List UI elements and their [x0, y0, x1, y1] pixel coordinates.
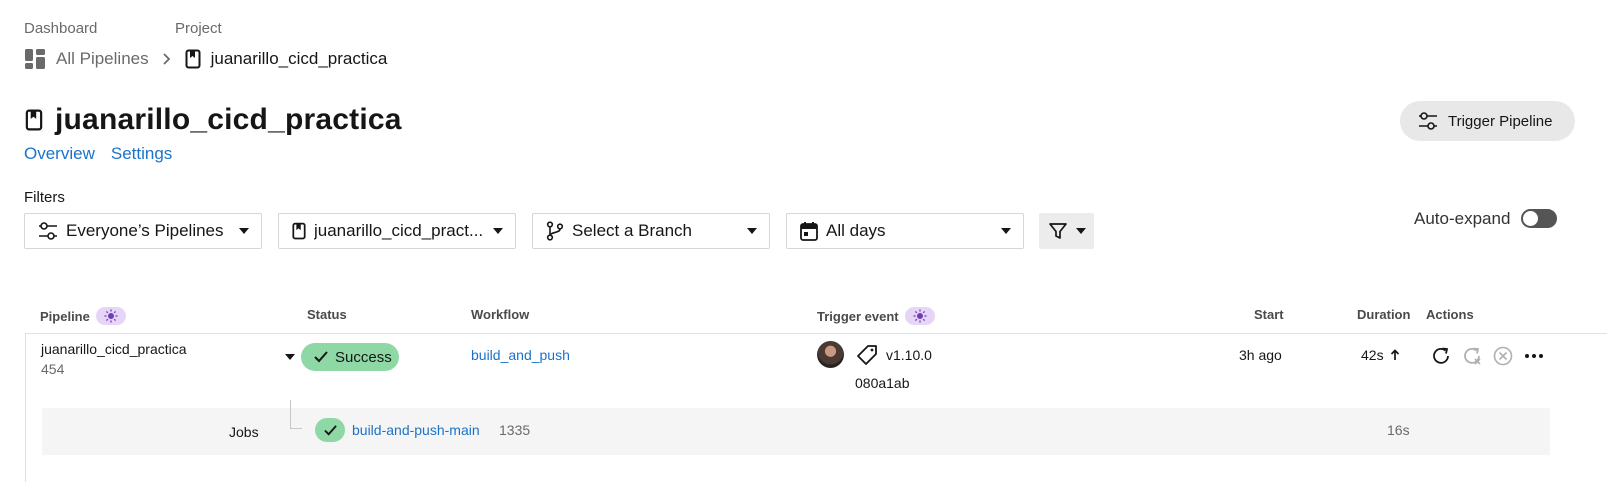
- header-duration: Duration: [1357, 307, 1411, 322]
- header-trigger-event: Trigger event: [817, 307, 935, 325]
- trigger-tag[interactable]: v1.10.0: [886, 347, 932, 363]
- cancel-icon[interactable]: [1493, 346, 1513, 366]
- header-pipeline-label: Pipeline: [40, 308, 90, 324]
- project-bookmark-icon: [185, 49, 201, 69]
- bulb-icon[interactable]: [95, 307, 126, 325]
- check-icon: [313, 350, 329, 364]
- sliders-icon: [1418, 112, 1438, 130]
- rerun-failed-icon[interactable]: [1461, 345, 1483, 367]
- auto-expand-toggle[interactable]: [1521, 209, 1557, 228]
- more-icon[interactable]: [1525, 354, 1543, 358]
- chevron-down-icon: [747, 228, 757, 234]
- toggle-knob: [1523, 211, 1538, 226]
- tag-icon: [856, 344, 878, 366]
- status-label: Success: [335, 348, 392, 366]
- duration-value: 42s: [1361, 347, 1384, 363]
- commit-hash[interactable]: 080a1ab: [855, 375, 910, 391]
- chevron-down-icon: [1075, 228, 1086, 234]
- job-name-link[interactable]: build-and-push-main: [352, 422, 480, 438]
- auto-expand-label: Auto-expand: [1414, 209, 1511, 228]
- date-filter-value: All days: [826, 221, 886, 240]
- filters-label: Filters: [24, 189, 65, 206]
- jobs-label: Jobs: [229, 424, 259, 440]
- funnel-icon: [1048, 221, 1068, 241]
- page-header: juanarillo_cicd_practica: [25, 103, 402, 137]
- project-filter[interactable]: juanarillo_cicd_pract...: [278, 213, 516, 249]
- job-duration: 16s: [1387, 422, 1410, 438]
- header-status: Status: [307, 307, 347, 322]
- start-time: 3h ago: [1239, 347, 1282, 363]
- branch-icon: [546, 221, 564, 241]
- pipelines-owner-filter[interactable]: Everyone’s Pipelines: [24, 213, 262, 249]
- breadcrumb-all-pipelines[interactable]: All Pipelines: [56, 49, 149, 69]
- header-actions: Actions: [1426, 307, 1474, 322]
- expand-row-icon[interactable]: [285, 354, 295, 360]
- date-filter[interactable]: All days: [786, 213, 1024, 249]
- chevron-down-icon: [1001, 228, 1011, 234]
- job-status-icon: [315, 418, 345, 442]
- breadcrumb-project-name[interactable]: juanarillo_cicd_practica: [211, 49, 388, 69]
- arrow-up-icon: [1390, 349, 1400, 361]
- job-number: 1335: [499, 422, 531, 438]
- rerun-icon[interactable]: [1430, 345, 1452, 367]
- breadcrumb-project-label: Project: [175, 20, 222, 37]
- workflow-link[interactable]: build_and_push: [471, 347, 570, 363]
- project-bookmark-icon: [25, 109, 43, 131]
- page-title: juanarillo_cicd_practica: [55, 103, 402, 136]
- more-filters-button[interactable]: [1039, 213, 1094, 249]
- chevron-right-icon: [161, 52, 173, 66]
- tab-overview[interactable]: Overview: [24, 144, 95, 164]
- tab-settings[interactable]: Settings: [111, 144, 172, 164]
- pipeline-number[interactable]: 454: [41, 361, 64, 377]
- duration: 42s: [1361, 347, 1400, 363]
- pipelines-owner-value: Everyone’s Pipelines: [66, 221, 224, 240]
- header-start: Start: [1254, 307, 1284, 322]
- chevron-down-icon: [493, 228, 503, 234]
- sliders-icon: [38, 222, 58, 240]
- jobs-section: [42, 408, 1550, 455]
- trigger-pipeline-label: Trigger Pipeline: [1448, 112, 1553, 130]
- calendar-icon: [800, 221, 818, 241]
- project-filter-value: juanarillo_cicd_pract...: [314, 221, 484, 240]
- branch-filter-value: Select a Branch: [572, 221, 693, 240]
- header-workflow: Workflow: [471, 307, 530, 322]
- breadcrumb-dashboard-label: Dashboard: [24, 20, 98, 37]
- page-tabs: Overview Settings: [24, 144, 172, 164]
- bulb-icon[interactable]: [904, 307, 935, 325]
- header-pipeline: Pipeline: [40, 307, 126, 325]
- header-trigger-event-label: Trigger event: [817, 308, 899, 324]
- branch-filter[interactable]: Select a Branch: [532, 213, 770, 249]
- avatar: [817, 341, 844, 368]
- tree-connector: [290, 400, 302, 429]
- pipelines-grid-icon: [24, 48, 46, 70]
- status-badge[interactable]: Success: [301, 343, 399, 371]
- trigger-pipeline-button[interactable]: Trigger Pipeline: [1400, 101, 1575, 141]
- chevron-down-icon: [239, 228, 249, 234]
- breadcrumb: All Pipelines juanarillo_cicd_practica: [24, 48, 387, 70]
- pipeline-name[interactable]: juanarillo_cicd_practica: [41, 341, 187, 357]
- project-bookmark-icon: [292, 222, 306, 240]
